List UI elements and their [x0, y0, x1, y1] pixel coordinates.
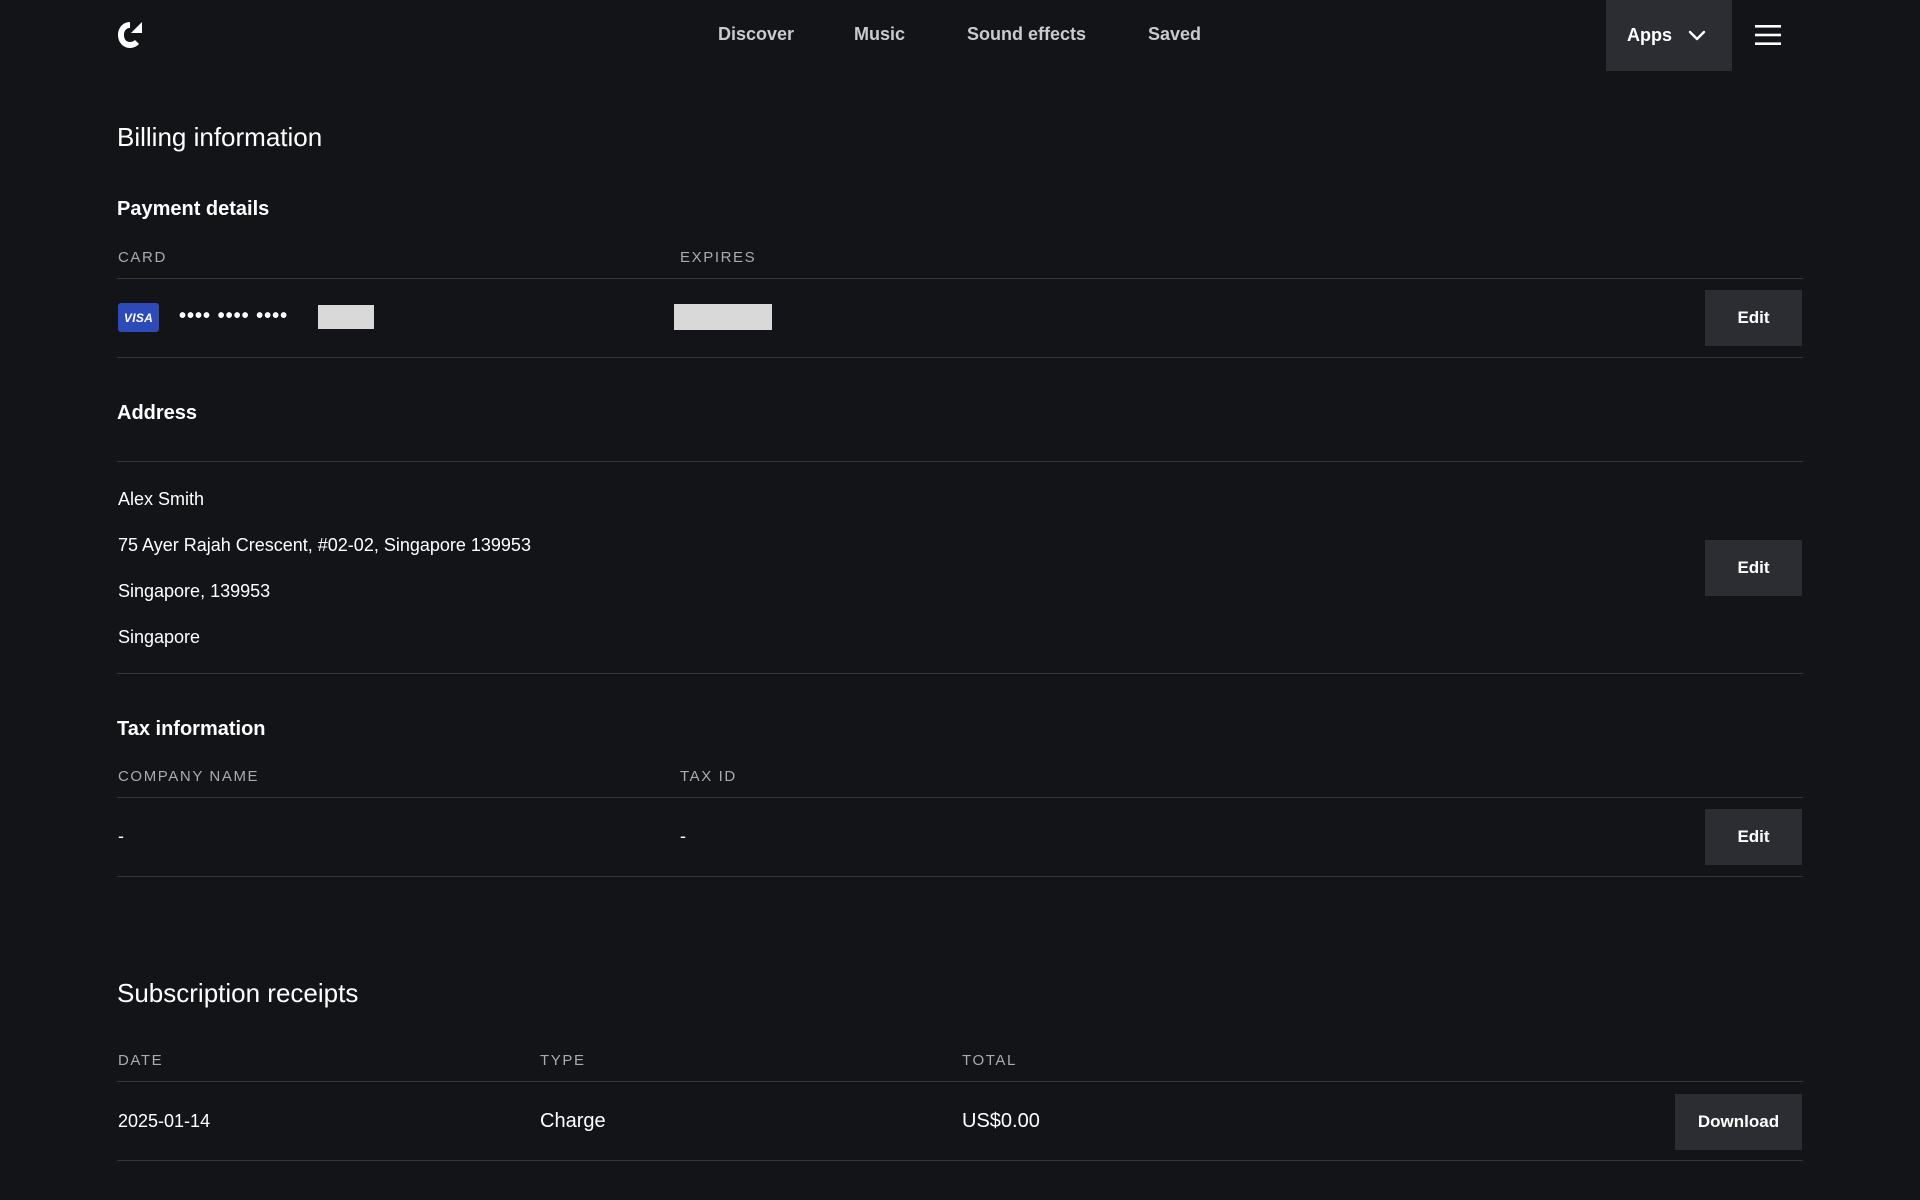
nav-sound-effects[interactable]: Sound effects — [967, 24, 1086, 45]
divider — [117, 357, 1803, 358]
tax-id-value: - — [680, 826, 686, 846]
receipt-total: US$0.00 — [962, 1110, 1040, 1132]
nav-saved[interactable]: Saved — [1148, 24, 1201, 45]
hamburger-menu-icon[interactable] — [1755, 24, 1781, 46]
card-number-masked: •••• •••• •••• — [179, 305, 289, 327]
nav-discover[interactable]: Discover — [718, 24, 794, 45]
expires-column-header: EXPIRES — [680, 249, 757, 266]
apps-label: Apps — [1627, 25, 1672, 45]
company-name-column-header: COMPANY NAME — [118, 768, 260, 785]
receipts-title: Subscription receipts — [117, 978, 359, 1008]
chevron-down-icon — [1688, 30, 1706, 40]
company-name-value: - — [118, 826, 124, 846]
tax-information-heading: Tax information — [117, 718, 266, 740]
divider — [117, 673, 1803, 674]
address-street: 75 Ayer Rajah Crescent, #02-02, Singapor… — [118, 535, 531, 555]
divider — [117, 461, 1803, 462]
divider — [117, 1081, 1803, 1082]
card-last-digits-redacted — [318, 305, 374, 329]
top-navigation-bar: Discover Music Sound effects Saved Apps — [0, 0, 1920, 71]
nav-music[interactable]: Music — [854, 24, 905, 45]
visa-card-icon: VISA — [118, 303, 159, 332]
edit-tax-button[interactable]: Edit — [1705, 809, 1802, 865]
download-receipt-button[interactable]: Download — [1675, 1094, 1802, 1150]
payment-details-heading: Payment details — [117, 198, 270, 220]
page-title: Billing information — [117, 122, 323, 152]
edit-payment-button[interactable]: Edit — [1705, 290, 1802, 346]
card-column-header: CARD — [118, 249, 167, 266]
tax-id-column-header: TAX ID — [680, 768, 737, 785]
total-column-header: TOTAL — [962, 1052, 1017, 1069]
address-city-postal: Singapore, 139953 — [118, 581, 271, 601]
divider — [117, 1160, 1803, 1161]
date-column-header: DATE — [118, 1052, 164, 1069]
type-column-header: TYPE — [540, 1052, 586, 1069]
address-heading: Address — [117, 402, 198, 424]
divider — [117, 278, 1803, 279]
address-name: Alex Smith — [118, 489, 205, 509]
card-expiry-redacted — [674, 304, 772, 330]
divider — [117, 797, 1803, 798]
receipt-type: Charge — [540, 1110, 606, 1132]
receipt-date: 2025-01-14 — [118, 1111, 211, 1131]
edit-address-button[interactable]: Edit — [1705, 540, 1802, 596]
apps-dropdown-button[interactable]: Apps — [1606, 0, 1732, 71]
divider — [117, 876, 1803, 877]
address-country: Singapore — [118, 627, 201, 647]
